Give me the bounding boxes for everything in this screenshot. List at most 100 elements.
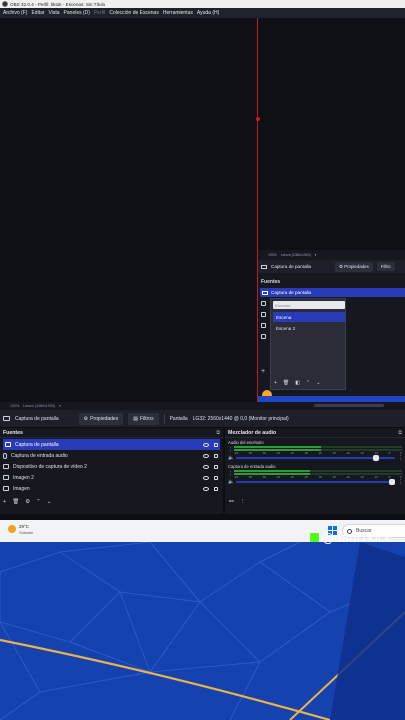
chevron-up-icon[interactable]: ⌃	[306, 380, 310, 386]
source-item[interactable]: Imagen	[0, 483, 223, 494]
source-name: Captura de pantalla	[15, 415, 59, 422]
speaker-icon[interactable]: 🔈	[228, 455, 234, 461]
chevron-down-icon[interactable]: ⌄	[47, 499, 52, 505]
image-icon	[3, 475, 9, 480]
monitor-icon	[261, 264, 267, 269]
menu-vista[interactable]: Vista	[49, 10, 60, 16]
weather-temperature[interactable]: 29°C	[19, 524, 29, 529]
weather-condition[interactable]: Soleado	[19, 531, 33, 535]
menu-perfil[interactable]: Perfil	[94, 10, 105, 16]
lock-icon[interactable]	[214, 442, 218, 447]
link-icon[interactable]: ⚯	[229, 499, 234, 505]
nested-selected-source: Captura de pantalla	[260, 288, 405, 297]
menu-coleccion-escenas[interactable]: Colección de Escenas	[109, 10, 158, 16]
image-icon	[261, 323, 266, 328]
meter-tick-label: -25	[331, 451, 336, 455]
filters-button[interactable]: ▤ Filtros	[128, 412, 159, 425]
mixer-channel: Audio del escritorio ⋮ -60 -55 -50 -45 -40 -3…	[225, 438, 405, 461]
wallpaper-pattern	[0, 542, 405, 720]
lock-icon[interactable]	[214, 453, 218, 458]
menu-editar[interactable]: Editar	[31, 10, 44, 16]
image-icon	[3, 486, 9, 491]
trash-icon[interactable]: 🗑	[283, 380, 289, 386]
more-options-icon[interactable]: ⋮	[228, 471, 233, 477]
preview-canvas[interactable]: 100% Lienzo (1080x1920) ▾ Captura de pan…	[0, 18, 405, 402]
chevron-up-icon[interactable]: ⌃	[36, 499, 41, 505]
meter-tick-label: -35	[303, 475, 308, 479]
nested-properties-button: ⚙ Propiedades	[335, 261, 373, 272]
horizontal-scrollbar[interactable]	[314, 404, 384, 407]
more-options-icon[interactable]: ⋮	[228, 447, 233, 453]
more-options-icon[interactable]: ⋮	[398, 479, 403, 485]
dock-options-icon[interactable]: ⧉	[398, 430, 402, 436]
title-bar: OBS 32.0.4 - Perfil: tiktok - Escenas: S…	[0, 0, 405, 8]
dock-options-icon[interactable]: ⧉	[216, 430, 220, 436]
volume-meter: -60 -55 -50 -45 -40 -35 -30 -25 -20 -15 -10 -5 0	[234, 470, 402, 479]
filter-icon: ▤	[133, 415, 138, 422]
meter-tick-label: -20	[345, 451, 350, 455]
eye-icon[interactable]	[203, 453, 209, 458]
chevron-down-icon[interactable]: ⌄	[316, 380, 320, 386]
filter-icon[interactable]: ◧	[295, 380, 300, 386]
sources-toolbar: + 🗑 ⚙ ⌃ ⌄	[3, 499, 51, 505]
scene-dropdown[interactable]: Escenas Escena Escena 2 + 🗑 ◧ ⌃ ⌄	[270, 298, 346, 390]
speaker-icon[interactable]: 🔈	[228, 479, 234, 485]
scene-search-input[interactable]: Escenas	[273, 301, 345, 309]
lock-icon[interactable]	[214, 486, 218, 491]
stream-handle-overlay: @dani7kick	[322, 531, 392, 545]
more-options-icon[interactable]: ⋮	[240, 499, 246, 505]
nested-canvas: Lienzo (1080x1920)	[280, 252, 311, 257]
gear-icon[interactable]: ⚙	[25, 499, 30, 505]
menu-ayuda[interactable]: Ayuda (H)	[197, 10, 219, 16]
meter-tick-label: -15	[359, 451, 364, 455]
lock-icon[interactable]	[214, 464, 218, 469]
obs-logo-icon	[2, 1, 8, 7]
eye-icon[interactable]	[203, 475, 209, 480]
chevron-down-icon[interactable]: ▾	[59, 404, 61, 408]
menu-paneles[interactable]: Paneles (D)	[64, 10, 90, 16]
volume-slider-handle[interactable]	[373, 455, 380, 461]
window-title: OBS 32.0.4 - Perfil: tiktok - Escenas: S…	[10, 1, 106, 7]
eye-icon[interactable]	[203, 442, 209, 447]
lock-icon[interactable]	[214, 475, 218, 480]
add-icon[interactable]: +	[3, 499, 6, 505]
meter-tick-label: -60	[234, 451, 239, 455]
volume-meter: -60 -55 -50 -45 -40 -35 -30 -25 -20 -15 -10 -5 0	[234, 446, 402, 455]
zoom-level[interactable]: 100%	[10, 404, 19, 408]
monitor-icon	[5, 442, 11, 447]
scene-item[interactable]: Escena	[273, 312, 345, 322]
sources-title: Fuentes	[3, 429, 23, 436]
menu-herramientas[interactable]: Herramientas	[163, 10, 193, 16]
display-select[interactable]: LG32: 2560x1440 @ 0,0 (Monitor principal…	[193, 416, 289, 422]
preview-status-bar: 100% Lienzo (1080x1920) ▾	[0, 402, 405, 410]
nested-sources-title: Fuentes	[261, 279, 281, 285]
more-options-icon[interactable]: ⋮	[398, 455, 403, 461]
source-item[interactable]: Dispositivo de captura de vídeo 2	[0, 461, 223, 472]
eye-icon[interactable]	[203, 464, 209, 469]
mixer-channel: Captura de entrada audio ⋮ -60 -55 -50 -45-…	[225, 461, 405, 485]
chevron-down-icon: ▾	[314, 252, 317, 257]
source-item[interactable]: Captura de pantalla	[3, 439, 220, 450]
desktop-wallpaper	[0, 542, 405, 720]
volume-slider-handle[interactable]	[389, 479, 395, 485]
menu-archivo[interactable]: Archivo (F)	[3, 10, 27, 16]
volume-slider[interactable]	[236, 455, 395, 461]
camera-icon	[261, 312, 266, 317]
source-item[interactable]: Imagen 2	[0, 472, 223, 483]
eye-icon[interactable]	[203, 486, 209, 491]
properties-button[interactable]: ⚙ Propiedades	[78, 412, 124, 425]
volume-slider[interactable]	[236, 479, 395, 485]
nested-filters-button: Filtro	[376, 262, 395, 271]
kick-logo-icon	[310, 533, 319, 542]
audio-mixer-dock: Mezclador de audio ⧉ Audio del escritori…	[225, 428, 405, 514]
trash-icon[interactable]: 🗑	[12, 499, 19, 505]
meter-tick-label: -55	[247, 451, 253, 455]
sun-icon[interactable]	[8, 525, 16, 533]
resize-handle[interactable]	[255, 117, 260, 121]
add-icon[interactable]: +	[274, 380, 277, 386]
source-item[interactable]: Captura de entrada audio	[0, 450, 223, 461]
canvas-size[interactable]: Lienzo (1080x1920)	[23, 404, 55, 408]
scene-item[interactable]: Escena 2	[273, 323, 345, 333]
mixer-toolbar: ⚯ ⋮	[229, 499, 245, 505]
sources-dock: Fuentes ⧉ Captura de pantalla Captura de…	[0, 428, 223, 514]
